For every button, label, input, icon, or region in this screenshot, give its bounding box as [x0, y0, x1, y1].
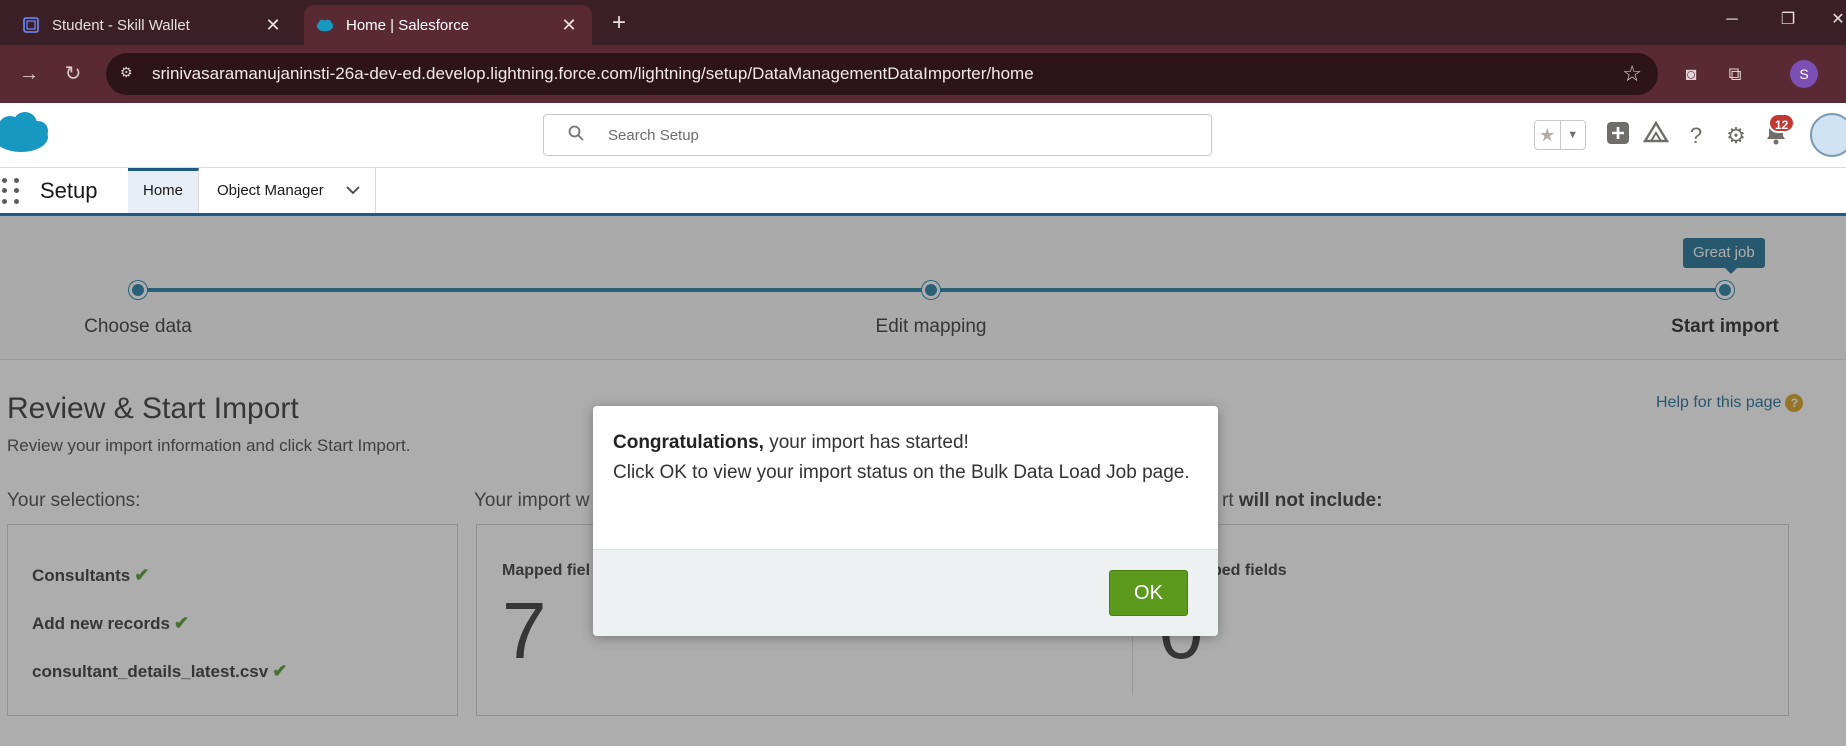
tab-object-manager-label: Object Manager — [217, 182, 324, 199]
tab-title: Home | Salesforce — [346, 16, 470, 34]
browser-profile-avatar[interactable]: S — [1790, 60, 1818, 88]
setup-gear-icon[interactable]: ⚙ — [1721, 121, 1751, 151]
minimize-icon[interactable]: ─ — [1704, 0, 1760, 40]
close-tab-icon[interactable]: ✕ — [558, 15, 580, 36]
search-input[interactable] — [608, 123, 1188, 147]
salesforce-favicon — [316, 16, 334, 34]
dialog-message-line2: Click OK to view your import status on t… — [613, 462, 1190, 483]
search-setup-box[interactable] — [543, 114, 1212, 156]
notification-count-badge: 12 — [1768, 113, 1796, 133]
browser-tab-skill-wallet[interactable]: Student - Skill Wallet ✕ — [10, 5, 296, 45]
browser-toolbar: → ↻ ⚙ srinivasaramanujaninsti-26a-dev-ed… — [0, 45, 1846, 103]
app-title: Setup — [40, 178, 98, 203]
salesforce-logo[interactable] — [0, 111, 50, 155]
tab-object-manager[interactable]: Object Manager — [202, 168, 376, 213]
import-started-dialog: Congratulations, your import has started… — [593, 406, 1218, 636]
restore-icon[interactable]: ❐ — [1760, 0, 1816, 40]
close-tab-icon[interactable]: ✕ — [262, 15, 284, 36]
setup-navigation-bar: Setup Home Object Manager — [0, 168, 1846, 216]
bookmark-star-icon[interactable]: ☆ — [1622, 61, 1642, 87]
help-icon[interactable]: ? — [1681, 121, 1711, 151]
favorites-star-icon[interactable]: ★ — [1535, 121, 1560, 149]
skill-wallet-favicon — [22, 16, 40, 34]
chevron-down-icon[interactable] — [346, 168, 360, 213]
trailhead-icon[interactable] — [1641, 120, 1671, 151]
dialog-message-rest: your import has started! — [763, 432, 969, 453]
user-avatar[interactable] — [1810, 113, 1846, 157]
favorites-button-group[interactable]: ★ ▼ — [1534, 120, 1586, 150]
search-icon — [568, 125, 584, 146]
global-actions-plus-icon[interactable] — [1603, 121, 1633, 151]
dialog-message-bold: Congratulations, — [613, 432, 764, 453]
browser-tab-strip: Student - Skill Wallet ✕ Home | Salesfor… — [0, 0, 1846, 45]
tab-title: Student - Skill Wallet — [52, 16, 190, 34]
favorites-dropdown-icon[interactable]: ▼ — [1559, 121, 1586, 149]
salesforce-global-header: ★ ▼ ? ⚙ 12 — [0, 103, 1846, 168]
dialog-message: Congratulations, your import has started… — [613, 428, 1203, 488]
forward-arrow-icon[interactable]: → — [14, 59, 44, 89]
browser-tab-salesforce[interactable]: Home | Salesforce ✕ — [304, 5, 592, 45]
extensions-puzzle-icon[interactable]: ⧉ — [1722, 61, 1748, 87]
dialog-footer: OK — [593, 549, 1218, 636]
ok-button[interactable]: OK — [1109, 570, 1188, 616]
reload-icon[interactable]: ↻ — [58, 59, 88, 89]
app-launcher-icon[interactable] — [2, 178, 22, 206]
site-info-icon[interactable]: ⚙ — [120, 64, 140, 84]
plus-icon[interactable]: + — [604, 8, 634, 38]
screen-capture-extension-icon[interactable]: ◙ — [1678, 61, 1704, 87]
url-text[interactable]: srinivasaramanujaninsti-26a-dev-ed.devel… — [152, 64, 1034, 84]
tab-home-label: Home — [143, 182, 184, 199]
close-window-icon[interactable]: ✕ — [1810, 0, 1846, 40]
address-bar[interactable]: ⚙ srinivasaramanujaninsti-26a-dev-ed.dev… — [106, 53, 1658, 95]
tab-home[interactable]: Home — [128, 168, 200, 213]
